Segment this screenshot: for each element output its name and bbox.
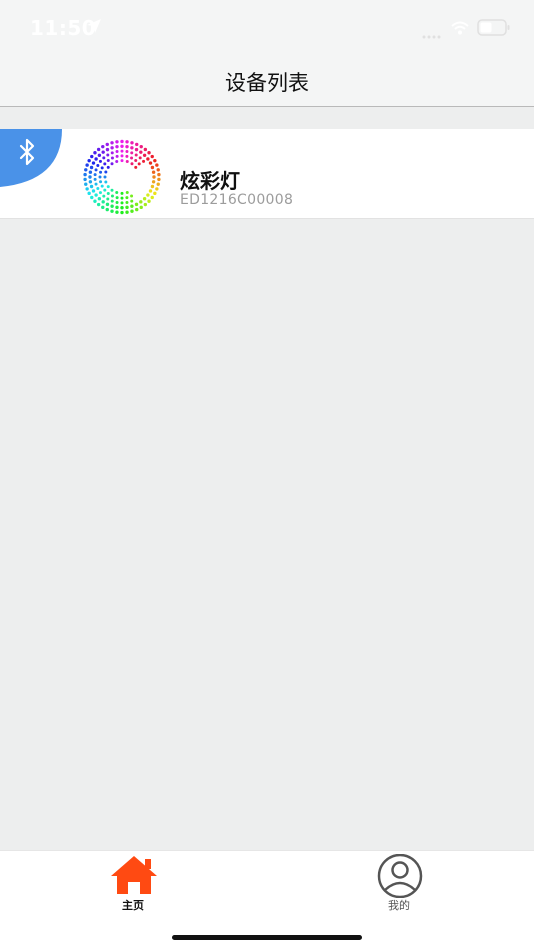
rainbow-ring-icon (79, 139, 165, 223)
tab-home-label: 主页 (122, 899, 144, 912)
status-bar: 11:50 (0, 0, 534, 56)
home-icon (109, 854, 159, 900)
tab-mine[interactable]: 我的 (349, 851, 449, 921)
device-id: ED1216C00008 (180, 192, 294, 208)
battery-icon (477, 19, 511, 41)
navigation-bar: 设备列表 (0, 56, 534, 107)
device-list-item[interactable]: 炫彩灯 ED1216C00008 (0, 129, 534, 219)
wifi-icon (451, 20, 469, 39)
tab-mine-label: 我的 (388, 899, 410, 912)
bluetooth-icon (0, 129, 64, 193)
user-icon (375, 853, 425, 902)
home-indicator (172, 935, 362, 940)
location-arrow-icon (86, 18, 102, 38)
page-title: 设备列表 (225, 71, 309, 95)
device-name: 炫彩灯 (180, 169, 240, 193)
cellular-signal-icon (422, 26, 444, 45)
tab-home[interactable]: 主页 (83, 851, 183, 921)
